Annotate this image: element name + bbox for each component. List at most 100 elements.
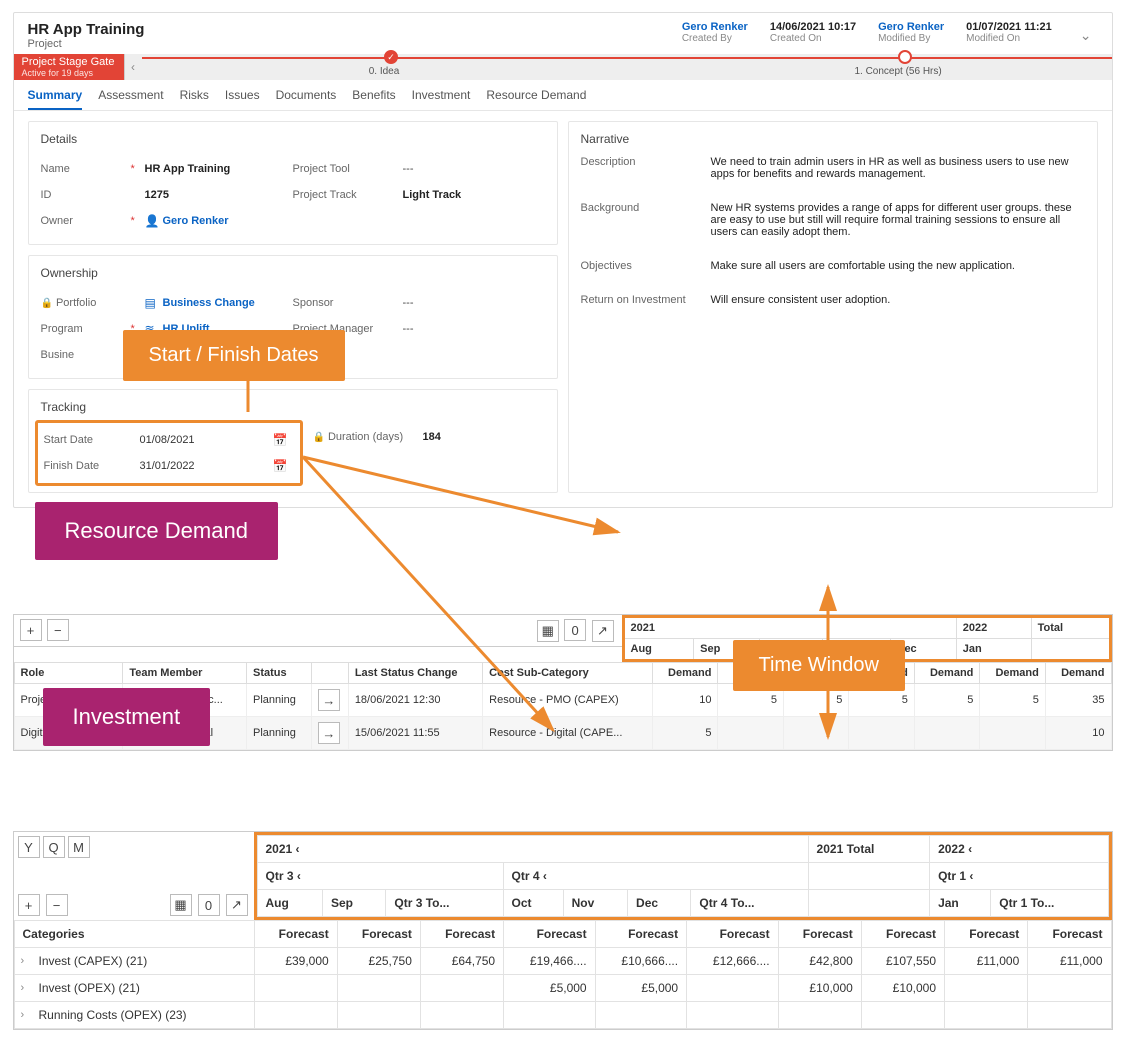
- ownership-title: Ownership: [41, 266, 545, 280]
- advance-icon[interactable]: →: [318, 689, 340, 711]
- desc-value[interactable]: We need to train admin users in HR as we…: [711, 156, 1085, 180]
- zero-toggle-button[interactable]: 0: [198, 894, 220, 916]
- finish-date-value: 31/01/2022: [140, 460, 195, 472]
- project-subtitle: Project: [28, 38, 145, 50]
- inv-year-2022[interactable]: 2022: [938, 842, 965, 856]
- col-last-change[interactable]: Last Status Change: [348, 663, 482, 684]
- grid-view-icon[interactable]: ▦: [170, 894, 192, 916]
- expand-icon[interactable]: ›: [21, 955, 25, 967]
- chevron-left-icon[interactable]: ‹: [296, 842, 300, 856]
- stage-gate-badge: Project Stage Gate Active for 19 days: [14, 54, 124, 80]
- tab-resource-demand[interactable]: Resource Demand: [486, 88, 586, 110]
- expand-icon[interactable]: ›: [21, 982, 25, 994]
- track-value[interactable]: Light Track: [403, 189, 462, 201]
- scale-month-button[interactable]: M: [68, 836, 90, 858]
- col-role[interactable]: Role: [14, 663, 123, 684]
- narrative-title: Narrative: [581, 132, 1085, 146]
- name-label: Name: [41, 163, 131, 175]
- chevron-left-icon[interactable]: ‹: [968, 842, 972, 856]
- chevron-left-icon[interactable]: ‹: [543, 869, 547, 883]
- sponsor-value[interactable]: ---: [403, 297, 414, 309]
- tabs: Summary Assessment Risks Issues Document…: [14, 80, 1112, 111]
- tab-documents[interactable]: Documents: [276, 88, 337, 110]
- calendar-icon[interactable]: 📅: [273, 459, 288, 473]
- portfolio-icon: ▤: [145, 296, 159, 310]
- stage-gate-title: Project Stage Gate: [22, 56, 116, 68]
- col-cost-sub[interactable]: Cost Sub-Category: [483, 663, 653, 684]
- obj-label: Objectives: [581, 260, 711, 272]
- created-by-link[interactable]: Gero Renker: [682, 21, 748, 33]
- tab-summary[interactable]: Summary: [28, 88, 83, 110]
- bu-label: Busine: [41, 349, 131, 361]
- owner-link[interactable]: Gero Renker: [163, 215, 229, 227]
- stage-prev-icon[interactable]: ‹: [124, 54, 142, 80]
- scale-quarter-button[interactable]: Q: [43, 836, 65, 858]
- tab-issues[interactable]: Issues: [225, 88, 260, 110]
- calendar-icon[interactable]: 📅: [273, 433, 288, 447]
- total-header: Total: [1031, 617, 1110, 639]
- created-by-label: Created By: [682, 33, 748, 44]
- grid-view-icon[interactable]: ▦: [537, 620, 559, 642]
- inv-year-2021[interactable]: 2021: [266, 842, 293, 856]
- portfolio-link[interactable]: Business Change: [163, 297, 255, 309]
- expand-icon[interactable]: ⌄: [1074, 21, 1098, 50]
- popout-icon[interactable]: ↗: [592, 620, 614, 642]
- expand-icon[interactable]: ›: [21, 1009, 25, 1021]
- desc-label: Description: [581, 156, 711, 180]
- stage-label-idea: 0. Idea: [369, 66, 400, 77]
- stage-label-concept: 1. Concept (56 Hrs): [854, 66, 941, 77]
- start-date-label: Start Date: [44, 434, 134, 446]
- stage-dot-idea[interactable]: [384, 50, 398, 64]
- finish-date-input[interactable]: 31/01/2022 📅: [134, 455, 294, 477]
- col-member[interactable]: Team Member: [123, 663, 247, 684]
- callout-resource-demand: Resource Demand: [35, 502, 278, 560]
- inv-q4[interactable]: Qtr 4: [512, 869, 540, 883]
- year-2021-header[interactable]: 2021: [623, 617, 956, 639]
- table-row: ›Invest (OPEX) (21) £5,000 £5,000 £10,00…: [14, 975, 1111, 1002]
- project-title: HR App Training: [28, 21, 145, 38]
- stage-gate-sub: Active for 19 days: [22, 68, 116, 78]
- advance-icon[interactable]: →: [318, 722, 340, 744]
- tab-investment[interactable]: Investment: [412, 88, 471, 110]
- track-label: Project Track: [293, 189, 403, 201]
- tool-value[interactable]: ---: [403, 163, 414, 175]
- pm-value[interactable]: ---: [403, 323, 414, 335]
- bg-label: Background: [581, 202, 711, 238]
- finish-date-label: Finish Date: [44, 460, 134, 472]
- popout-icon[interactable]: ↗: [226, 894, 248, 916]
- tab-benefits[interactable]: Benefits: [352, 88, 395, 110]
- details-panel: Details Name*HR App Training ID1275 Owne…: [28, 121, 558, 245]
- remove-row-button[interactable]: −: [46, 894, 68, 916]
- col-status[interactable]: Status: [247, 663, 312, 684]
- inv-q3[interactable]: Qtr 3: [266, 869, 294, 883]
- year-2022-header[interactable]: 2022: [956, 617, 1031, 639]
- start-date-input[interactable]: 01/08/2021 📅: [134, 429, 294, 451]
- col-action: [311, 663, 348, 684]
- add-row-button[interactable]: +: [20, 619, 42, 641]
- person-icon: 👤: [145, 214, 159, 228]
- month-jan[interactable]: Jan: [956, 639, 1031, 661]
- owner-label: Owner: [41, 215, 131, 227]
- chevron-left-icon[interactable]: ‹: [297, 869, 301, 883]
- name-value[interactable]: HR App Training: [145, 163, 231, 175]
- chevron-left-icon[interactable]: ‹: [969, 869, 973, 883]
- tab-risks[interactable]: Risks: [180, 88, 209, 110]
- modified-by-link[interactable]: Gero Renker: [878, 21, 944, 33]
- remove-row-button[interactable]: −: [47, 619, 69, 641]
- created-on-value: 14/06/2021 10:17: [770, 21, 856, 33]
- add-row-button[interactable]: +: [18, 894, 40, 916]
- stage-dot-concept[interactable]: [898, 50, 912, 64]
- col-categories[interactable]: Categories: [14, 921, 254, 948]
- bg-value[interactable]: New HR systems provides a range of apps …: [711, 202, 1085, 238]
- callout-start-finish: Start / Finish Dates: [123, 330, 345, 381]
- zero-toggle-button[interactable]: 0: [564, 619, 586, 641]
- stage-track: 0. Idea 1. Concept (56 Hrs): [142, 54, 1112, 80]
- obj-value[interactable]: Make sure all users are comfortable usin…: [711, 260, 1085, 272]
- inv-q1[interactable]: Qtr 1: [938, 869, 966, 883]
- scale-year-button[interactable]: Y: [18, 836, 40, 858]
- month-aug[interactable]: Aug: [623, 639, 694, 661]
- sponsor-label: Sponsor: [293, 297, 403, 309]
- roi-value[interactable]: Will ensure consistent user adoption.: [711, 294, 1085, 306]
- tab-assessment[interactable]: Assessment: [98, 88, 163, 110]
- tracking-highlight: Start Date 01/08/2021 📅 Finish Date 31/0…: [35, 420, 303, 486]
